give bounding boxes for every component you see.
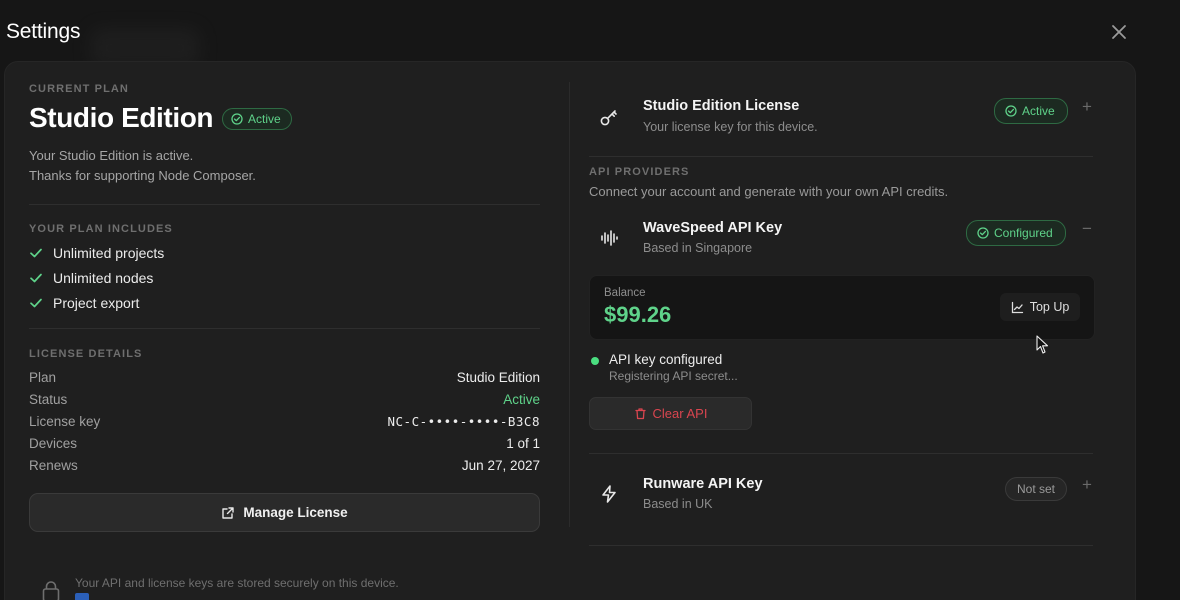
check-circle-icon [231,113,243,125]
api-providers-desc: Connect your account and generate with y… [589,184,949,199]
api-providers-label: API PROVIDERS [589,166,690,178]
status-dot [591,357,599,365]
external-link-icon [222,506,235,519]
api-status-title: API key configured [609,352,723,367]
divider [29,204,540,205]
manage-license-button[interactable]: Manage License [29,493,540,532]
detail-row-devices: Devices 1 of 1 [29,436,540,451]
balance-label: Balance [604,287,646,299]
detail-row-license-key: License key NC-C-••••-••••-B3C8 [29,414,540,429]
detail-row-plan: Plan Studio Edition [29,370,540,385]
runware-expand-toggle[interactable]: + [1080,475,1094,494]
plan-desc-line1: Your Studio Edition is active. [29,148,194,163]
license-active-badge: Active [994,98,1068,124]
license-card-subtitle: Your license key for this device. [643,120,818,134]
clear-api-button[interactable]: Clear API [589,397,752,430]
divider [589,156,1093,157]
mouse-cursor-icon [1036,335,1049,354]
check-icon [30,248,42,258]
license-expand-toggle[interactable]: + [1080,97,1094,116]
wavespeed-subtitle: Based in Singapore [643,241,753,255]
detail-row-status: Status Active [29,392,540,407]
feature-item: Project export [29,295,139,311]
bolt-icon-box [596,481,622,507]
divider [29,328,540,329]
balance-card: Balance $99.26 Top Up [589,275,1095,340]
runware-subtitle: Based in UK [643,497,713,511]
key-icon-box [596,104,622,130]
plan-desc-line2: Thanks for supporting Node Composer. [29,168,256,183]
security-note: Your API and license keys are stored sec… [75,576,399,590]
wavespeed-status-badge: Configured [966,220,1066,246]
close-icon [1112,25,1126,39]
close-button[interactable] [1108,21,1130,43]
key-icon [600,110,617,126]
wavespeed-title: WaveSpeed API Key [643,220,783,236]
license-card-title: Studio Edition License [643,98,800,114]
divider [589,545,1093,546]
feature-item: Unlimited nodes [29,270,153,286]
detail-row-renews: Renews Jun 27, 2027 [29,458,540,473]
api-status-sub: Registering API secret... [609,369,738,383]
plan-name: Studio Edition [29,102,214,133]
divider [589,453,1093,454]
lock-icon [42,581,60,600]
settings-page: Settings CURRENT PLAN Studio Edition Act… [0,0,1180,600]
chart-line-icon [1011,301,1023,313]
page-title: Settings [6,20,81,43]
waveform-icon-box [596,225,622,251]
lightning-bolt-icon [602,485,616,503]
info-icon [75,593,89,600]
check-circle-icon [1005,105,1017,117]
plan-status-text: Active [248,112,281,126]
feature-item: Unlimited projects [29,245,164,261]
check-circle-icon [977,227,989,239]
footer-link-cutoff[interactable] [75,593,290,600]
wavespeed-collapse-toggle[interactable]: − [1080,219,1094,238]
current-plan-label: CURRENT PLAN [29,83,129,95]
trash-icon [634,408,646,420]
runware-title: Runware API Key [643,476,763,492]
check-icon [30,298,42,308]
top-up-button[interactable]: Top Up [1000,293,1080,321]
license-details-label: LICENSE DETAILS [29,348,143,360]
balance-value: $99.26 [604,302,672,327]
plan-status-badge: Active [222,108,292,130]
runware-status-badge: Not set [1005,477,1068,501]
plan-includes-label: YOUR PLAN INCLUDES [29,223,173,235]
check-icon [30,273,42,283]
waveform-icon [601,230,618,246]
column-divider [569,82,570,527]
